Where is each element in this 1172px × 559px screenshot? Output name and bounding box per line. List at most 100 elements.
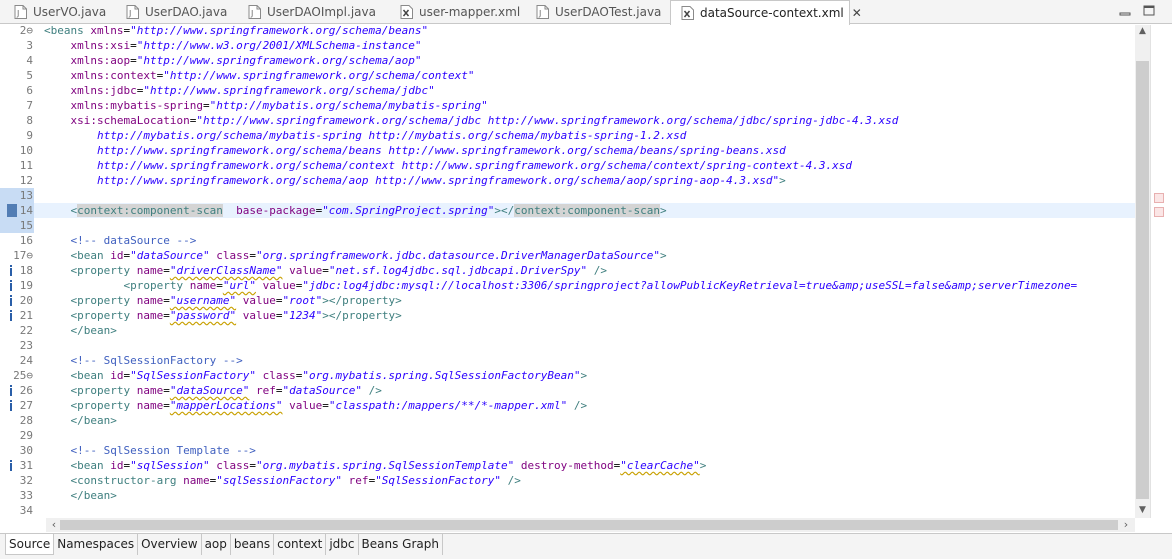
line-code[interactable]: </bean> [44, 413, 117, 428]
scroll-right-arrow-icon[interactable]: › [1120, 519, 1132, 531]
line-code[interactable]: <property name="username" value="root"><… [44, 293, 402, 308]
code-line[interactable]: 9 http://mybatis.org/schema/mybatis-spri… [0, 128, 1135, 143]
line-code[interactable]: http://mybatis.org/schema/mybatis-spring… [44, 128, 686, 143]
xml-file-icon [400, 5, 413, 19]
code-line[interactable]: 31 <bean id="sqlSession" class="org.myba… [0, 458, 1135, 473]
code-line[interactable]: 24 <!-- SqlSessionFactory --> [0, 353, 1135, 368]
line-code[interactable]: xmlns:jdbc="http://www.springframework.o… [44, 83, 435, 98]
minimize-icon[interactable] [1118, 4, 1132, 18]
code-line[interactable]: 6 xmlns:jdbc="http://www.springframework… [0, 83, 1135, 98]
page-tab[interactable]: Beans Graph [359, 534, 443, 555]
line-code[interactable]: http://www.springframework.org/schema/be… [44, 143, 786, 158]
page-tab[interactable]: jdbc [326, 534, 359, 555]
line-code[interactable]: <beans xmlns="http://www.springframework… [44, 25, 428, 38]
code-token: "dataSource" [169, 384, 250, 397]
code-line[interactable]: 30 <!-- SqlSession Template --> [0, 443, 1135, 458]
code-token: </bean> [70, 324, 117, 337]
editor-tab[interactable]: J UserDAO.java [116, 0, 238, 24]
line-code[interactable]: xsi:schemaLocation="http://www.springfra… [44, 113, 899, 128]
code-line[interactable]: 13 [0, 188, 1135, 203]
scroll-down-arrow-icon[interactable]: ▼ [1138, 506, 1147, 515]
line-code[interactable]: <property name="mapperLocations" value="… [44, 398, 588, 413]
line-code[interactable]: <!-- SqlSession Template --> [44, 443, 256, 458]
code-line[interactable]: 27 <property name="mapperLocations" valu… [0, 398, 1135, 413]
page-tab[interactable]: context [274, 534, 327, 555]
page-tab[interactable]: Overview [138, 534, 202, 555]
line-code[interactable]: http://www.springframework.org/schema/ao… [44, 173, 786, 188]
code-line[interactable]: 29 [0, 428, 1135, 443]
vertical-scroll-thumb[interactable] [1136, 61, 1149, 499]
line-code[interactable]: xmlns:context="http://www.springframewor… [44, 68, 475, 83]
line-code[interactable]: <property name="driverClassName" value="… [44, 263, 607, 278]
line-code[interactable]: <constructor-arg name="sqlSessionFactory… [44, 473, 521, 488]
code-line[interactable]: 16 <!-- dataSource --> [0, 233, 1135, 248]
editor-tab[interactable]: user-mapper.xml [390, 0, 526, 24]
code-line[interactable]: 17⊖ <bean id="dataSource" class="org.spr… [0, 248, 1135, 263]
code-line[interactable]: 18 <property name="driverClassName" valu… [0, 263, 1135, 278]
line-code[interactable]: xmlns:xsi="http://www.w3.org/2001/XMLSch… [44, 38, 422, 53]
line-code[interactable]: <bean id="dataSource" class="org.springf… [44, 248, 667, 263]
code-line[interactable]: 12 http://www.springframework.org/schema… [0, 173, 1135, 188]
scroll-left-arrow-icon[interactable]: ‹ [48, 519, 60, 531]
close-icon[interactable]: ✕ [852, 6, 862, 20]
code-line[interactable]: 34 [0, 503, 1135, 518]
line-code[interactable]: xmlns:mybatis-spring="http://mybatis.org… [44, 98, 488, 113]
overview-marker[interactable] [1154, 207, 1164, 217]
code-line[interactable]: 23 [0, 338, 1135, 353]
line-code[interactable]: <!-- SqlSessionFactory --> [44, 353, 243, 368]
line-code[interactable]: <property name="dataSource" ref="dataSou… [44, 383, 382, 398]
editor-tab[interactable]: J UserDAOTest.java [526, 0, 670, 24]
code-line[interactable]: 32 <constructor-arg name="sqlSessionFact… [0, 473, 1135, 488]
vertical-scrollbar[interactable]: ▲ ▼ [1135, 25, 1150, 518]
line-code[interactable]: <property name="password" value="1234"><… [44, 308, 402, 323]
line-code[interactable]: <context:component-scan base-package="co… [44, 203, 667, 218]
code-line[interactable]: 4 xmlns:aop="http://www.springframework.… [0, 53, 1135, 68]
code-line[interactable]: 19 <property name="url" value="jdbc:log4… [0, 278, 1135, 293]
editor-tab-bar: J UserVO.java J UserDAO.java J UserDAOImpl.ja… [0, 0, 1172, 25]
line-code[interactable]: <!-- dataSource --> [44, 233, 197, 248]
page-tab[interactable]: Source [5, 534, 55, 555]
editor-tab[interactable]: J UserDAOImpl.java [238, 0, 390, 24]
horizontal-scrollbar[interactable]: ‹ › [46, 518, 1135, 532]
code-token: "dataSource" [282, 384, 362, 397]
code-line[interactable]: 8 xsi:schemaLocation="http://www.springf… [0, 113, 1135, 128]
scroll-up-arrow-icon[interactable]: ▲ [1138, 27, 1147, 36]
xml-source-editor[interactable]: 2⊖ <beans xmlns="http://www.springframewo… [0, 25, 1135, 518]
code-line[interactable]: 28 </bean> [0, 413, 1135, 428]
code-line[interactable]: 20 <property name="username" value="root… [0, 293, 1135, 308]
line-code[interactable]: <bean id="sqlSession" class="org.mybatis… [44, 458, 707, 473]
code-line[interactable]: 14 <context:component-scan base-package=… [0, 203, 1135, 218]
line-code[interactable]: <property name="url" value="jdbc:log4jdb… [44, 278, 1077, 293]
code-line[interactable]: 26 <property name="dataSource" ref="data… [0, 383, 1135, 398]
editor-tab[interactable]: dataSource-context.xml ✕ [670, 0, 862, 25]
code-token: <property [70, 264, 137, 277]
line-code[interactable]: </bean> [44, 488, 117, 503]
code-line[interactable]: 11 http://www.springframework.org/schema… [0, 158, 1135, 173]
code-line[interactable]: 25⊖ <bean id="SqlSessionFactory" class="… [0, 368, 1135, 383]
code-line[interactable]: 21 <property name="password" value="1234… [0, 308, 1135, 323]
line-code[interactable]: <bean id="SqlSessionFactory" class="org.… [44, 368, 588, 383]
code-line[interactable]: 15 [0, 218, 1135, 233]
line-code[interactable]: </bean> [44, 323, 117, 338]
code-token: value [236, 309, 276, 322]
editor-tab[interactable]: J UserVO.java [4, 0, 116, 24]
code-line[interactable]: 3 xmlns:xsi="http://www.w3.org/2001/XMLS… [0, 38, 1135, 53]
code-line[interactable]: 33 </bean> [0, 488, 1135, 503]
maximize-icon[interactable] [1142, 4, 1156, 18]
horizontal-scroll-thumb[interactable] [60, 520, 1118, 530]
code-line[interactable]: 22 </bean> [0, 323, 1135, 338]
code-token: http://mybatis.org/schema/mybatis-spring… [96, 129, 687, 142]
code-line[interactable]: 5 xmlns:context="http://www.springframew… [0, 68, 1135, 83]
code-token: = [130, 39, 137, 52]
overview-ruler[interactable] [1150, 25, 1172, 518]
line-code[interactable]: xmlns:aop="http://www.springframework.or… [44, 53, 422, 68]
line-code[interactable]: http://www.springframework.org/schema/co… [44, 158, 852, 173]
overview-marker[interactable] [1154, 193, 1164, 203]
page-tab[interactable]: beans [231, 534, 275, 555]
code-line[interactable]: 7 xmlns:mybatis-spring="http://mybatis.o… [0, 98, 1135, 113]
code-line[interactable]: 2⊖ <beans xmlns="http://www.springframewo… [0, 25, 1135, 38]
page-tab[interactable]: aop [202, 534, 231, 555]
code-line[interactable]: 10 http://www.springframework.org/schema… [0, 143, 1135, 158]
code-token: = [163, 384, 170, 397]
page-tab[interactable]: Namespaces [54, 534, 139, 555]
